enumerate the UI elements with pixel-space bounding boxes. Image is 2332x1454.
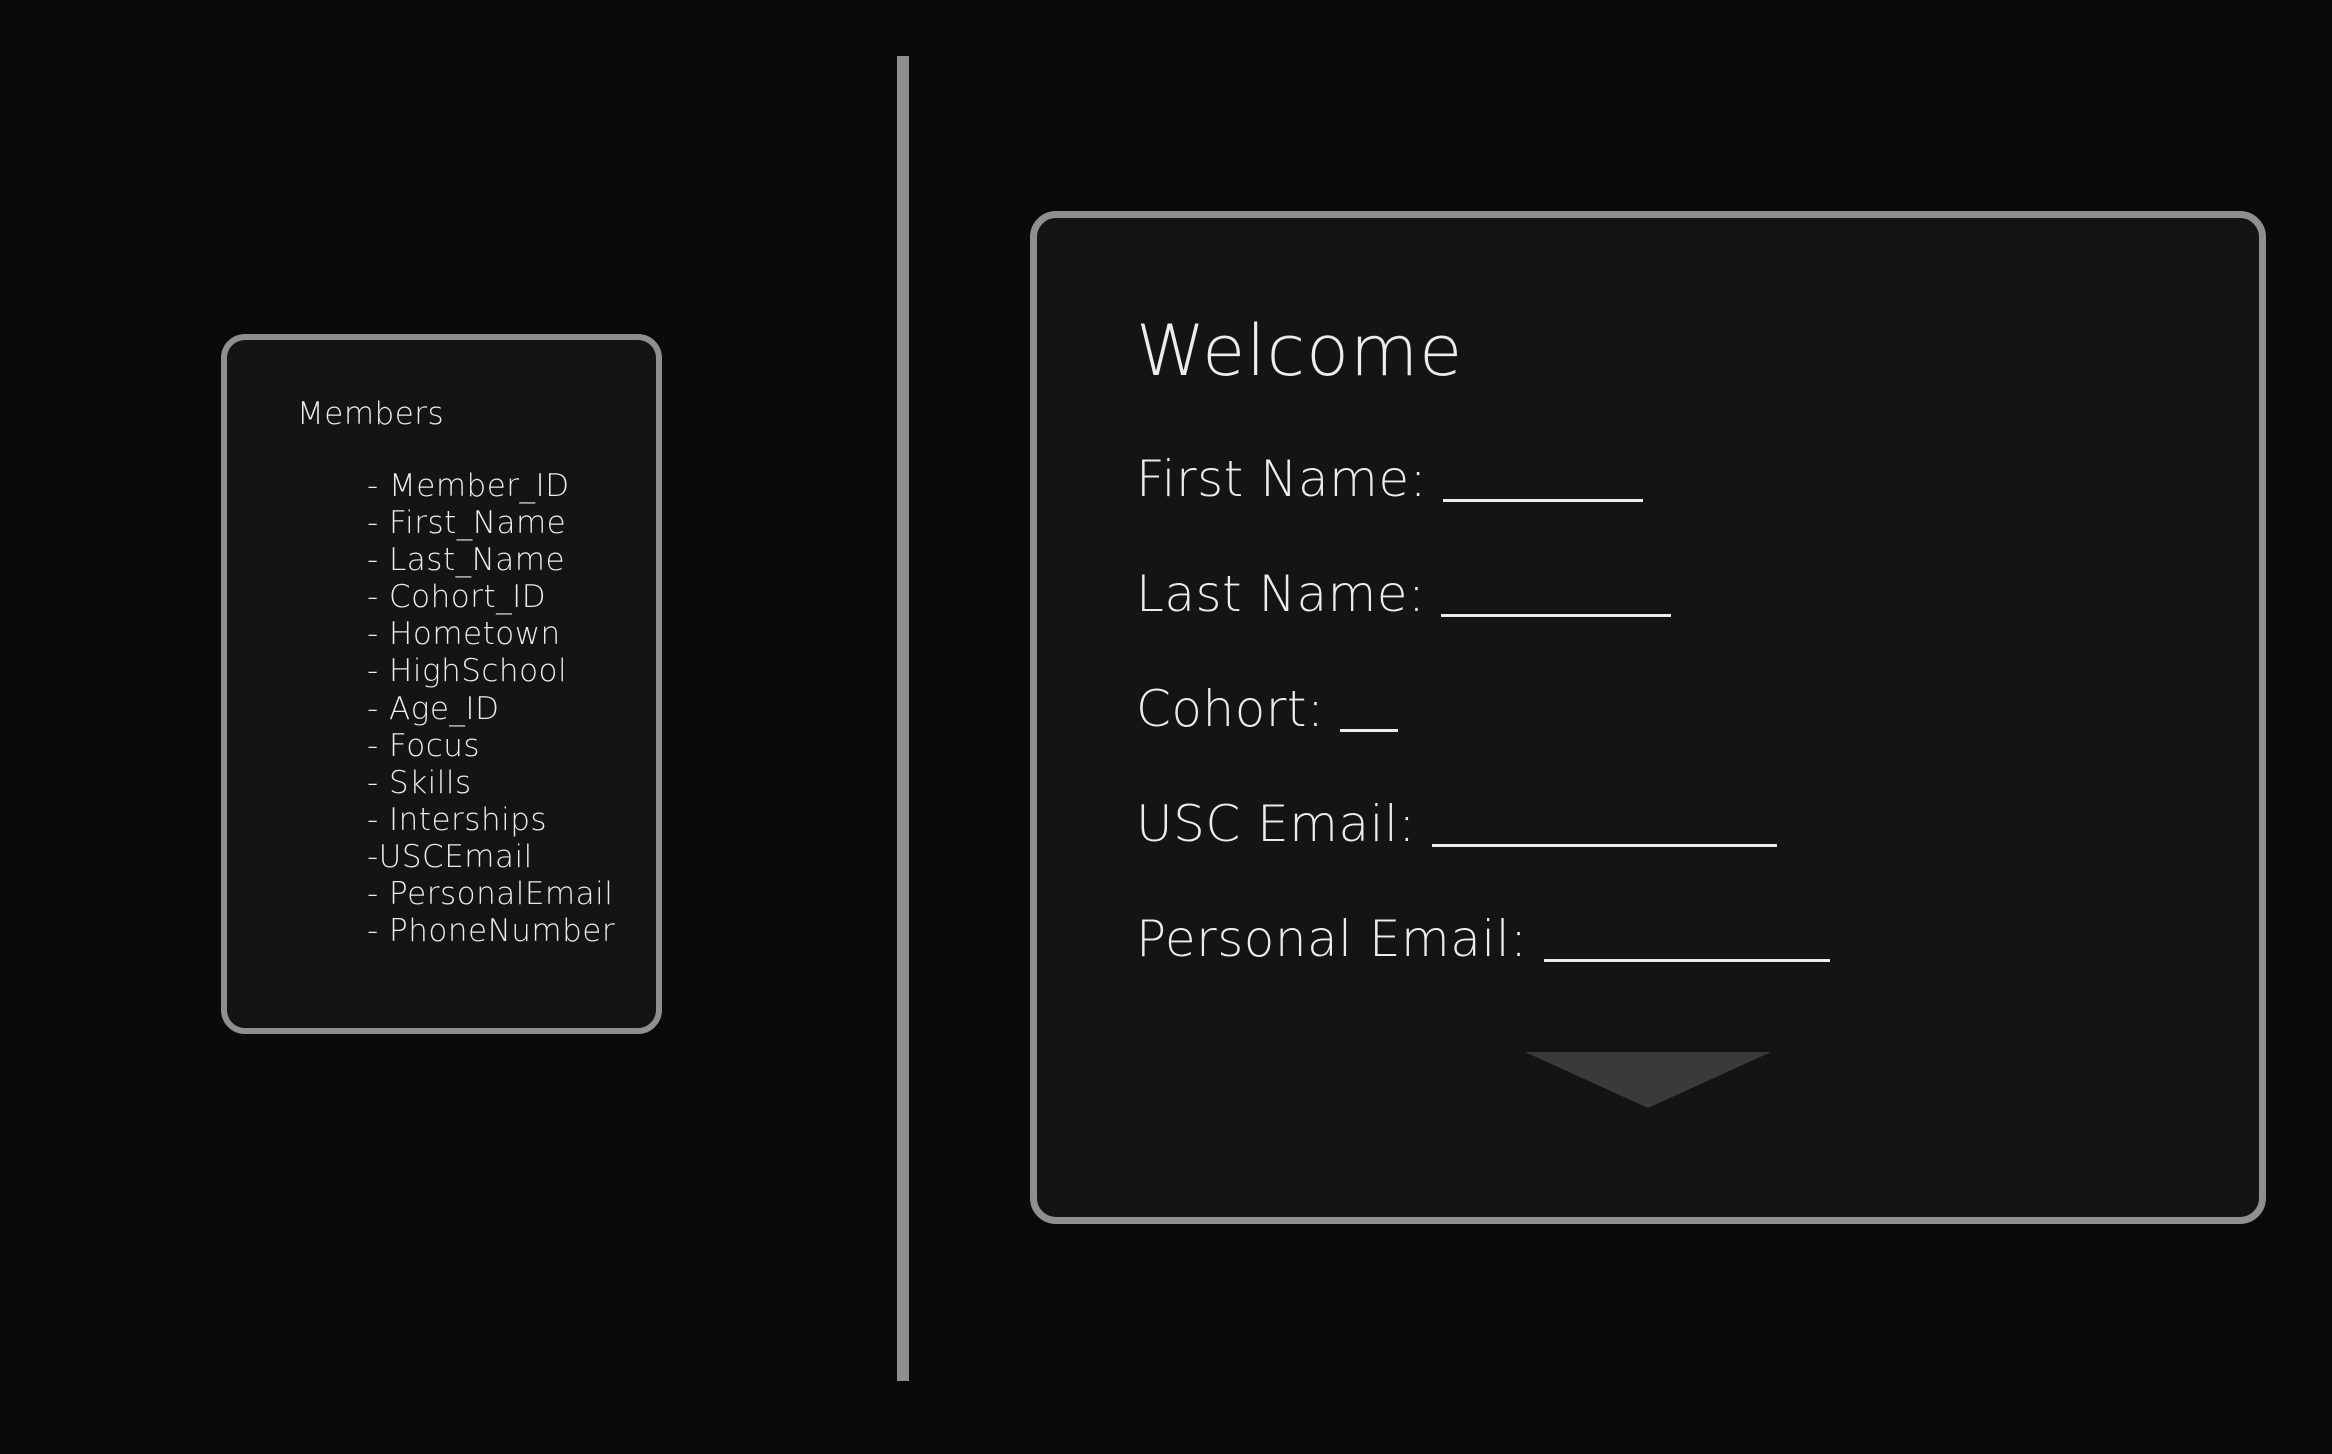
member-field-item: - HighSchool: [367, 653, 568, 690]
member-field-item: - Member_ID: [367, 468, 570, 504]
member-field-item: - Interships: [367, 801, 548, 838]
personal-email-row: Personal Email:: [1136, 910, 1830, 968]
welcome-title: Welcome: [1136, 310, 1464, 392]
usc-email-field[interactable]: [1431, 804, 1777, 847]
first-name-row: First Name:: [1136, 450, 1643, 508]
cohort-field[interactable]: [1340, 689, 1399, 732]
usc-email-row: USC Email:: [1136, 795, 1777, 853]
first-name-field[interactable]: [1442, 459, 1643, 502]
member-field-item: - Last_Name: [367, 542, 566, 579]
first-name-label: First Name:: [1136, 450, 1427, 508]
members-title: Members: [297, 396, 445, 432]
member-field-item: - PhoneNumber: [367, 913, 616, 950]
member-field-item: - Skills: [367, 764, 472, 801]
cohort-row: Cohort:: [1136, 680, 1399, 738]
last-name-row: Last Name:: [1136, 565, 1672, 623]
personal-email-label: Personal Email:: [1136, 910, 1528, 968]
personal-email-field[interactable]: [1543, 919, 1830, 962]
member-field-item: - Hometown: [367, 616, 561, 653]
submit-button[interactable]: [1525, 1052, 1771, 1108]
last-name-field[interactable]: [1441, 574, 1672, 617]
member-field-item: - Cohort_ID: [367, 579, 547, 616]
last-name-label: Last Name:: [1136, 565, 1426, 623]
member-field-item: - Age_ID: [367, 690, 500, 727]
welcome-form-card: Welcome First Name: Last Name: Cohort: U…: [1030, 211, 2266, 1224]
usc-email-label: USC Email:: [1136, 795, 1416, 853]
triangle-down-icon: [1525, 1052, 1771, 1108]
member-field-item: - First_Name: [367, 505, 567, 542]
members-schema-card: Members - Member_ID - First_Name - Last_…: [221, 334, 662, 1034]
vertical-divider: [897, 56, 909, 1381]
member-field-item: - Focus: [367, 727, 481, 764]
member-field-item: -USCEmail: [367, 838, 533, 875]
cohort-label: Cohort:: [1136, 680, 1325, 738]
members-field-list: - Member_ID - First_Name - Last_Name - C…: [367, 468, 615, 950]
member-field-item: - PersonalEmail: [367, 876, 614, 913]
